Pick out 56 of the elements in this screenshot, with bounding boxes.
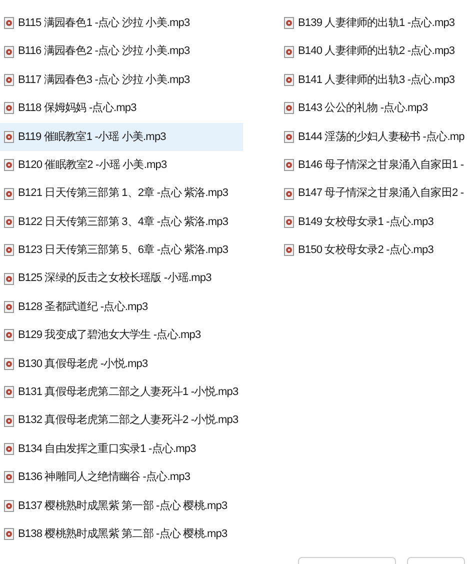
file-item[interactable]: B139 人妻律师的出轨1 -点心.mp3 — [280, 9, 467, 38]
file-item[interactable]: B130 真假母老虎 -小悦.mp3 — [0, 350, 243, 378]
file-item[interactable]: B116 满园春色2 -点心 沙拉 小美.mp3 — [0, 37, 243, 66]
file-item[interactable]: B149 女校母女录1 -点心.mp3 — [280, 208, 467, 236]
audio-file-icon — [4, 130, 14, 143]
file-item[interactable]: B136 神雕同人之绝情幽谷 -点心.mp3 — [0, 463, 243, 492]
file-item[interactable]: B140 人妻律师的出轨2 -点心.mp3 — [280, 37, 467, 66]
audio-file-icon — [4, 188, 14, 200]
file-item[interactable]: B150 女校母女录2 -点心.mp3 — [280, 236, 467, 265]
file-item[interactable]: B122 日天传第三部第 3、4章 -点心 紫洛.mp3 — [0, 208, 243, 236]
audio-file-icon — [284, 46, 294, 58]
file-item[interactable]: B134 自由发挥之重口实录1 -点心.mp3 — [0, 434, 243, 464]
audio-file-icon — [4, 17, 14, 30]
audio-file-icon — [284, 188, 294, 200]
audio-file-icon — [284, 17, 294, 30]
audio-file-icon — [4, 102, 14, 114]
file-item[interactable]: B125 深绿的反击之女校长瑶版 -小瑶.mp3 — [0, 264, 243, 293]
audio-file-icon — [284, 74, 294, 86]
file-item[interactable]: B146 母子情深之甘泉涌入自家田1 - — [280, 150, 467, 180]
file-item[interactable]: B147 母子情深之甘泉涌入自家田2 - — [280, 179, 467, 208]
file-item[interactable]: B118 保姆妈妈 -点心.mp3 — [0, 94, 243, 123]
audio-file-icon — [4, 159, 14, 172]
audio-file-icon — [4, 272, 14, 285]
audio-file-icon — [4, 528, 14, 540]
file-item[interactable]: B117 满园春色3 -点心 沙拉 小美.mp3 — [0, 66, 243, 94]
audio-file-icon — [4, 500, 14, 512]
file-item[interactable]: B143 公公的礼物 -点心.mp3 — [280, 94, 467, 123]
file-item[interactable]: B144 淫荡的少妇人妻秘书 -点心.mp — [280, 122, 467, 151]
audio-file-icon — [284, 130, 294, 143]
audio-file-icon — [4, 386, 14, 398]
file-item[interactable]: B121 日天传第三部第 1、2章 -点心 紫洛.mp3 — [0, 179, 243, 208]
audio-file-icon — [4, 74, 14, 86]
file-item[interactable]: B131 真假母老虎第二部之人妻死斗1 -小悦.mp3 — [0, 378, 243, 406]
file-item[interactable]: B132 真假母老虎第二部之人妻死斗2 -小悦.mp3 — [0, 406, 243, 435]
audio-file-icon — [4, 358, 14, 370]
audio-file-icon — [4, 216, 14, 228]
audio-file-icon — [284, 159, 294, 172]
file-item[interactable]: B120 催眠教室2 -小瑶 小美.mp3 — [0, 150, 243, 180]
file-item[interactable]: B137 樱桃熟时成黑紫 第一部 -点心 樱桃.mp3 — [0, 492, 243, 520]
audio-file-icon — [4, 471, 14, 484]
audio-file-icon — [284, 216, 294, 228]
audio-file-icon — [284, 102, 294, 114]
file-item[interactable]: B115 满园春色1 -点心 沙拉 小美.mp3 — [0, 9, 243, 38]
file-item[interactable]: B123 日天传第三部第 5、6章 -点心 紫洛.mp3 — [0, 236, 243, 265]
file-item[interactable]: B129 我变成了碧池女大学生 -点心.mp3 — [0, 321, 243, 350]
audio-file-icon — [284, 244, 294, 256]
audio-file-icon — [4, 443, 14, 456]
audio-file-icon — [4, 244, 14, 256]
audio-file-icon — [4, 414, 14, 427]
file-item[interactable]: B141 人妻律师的出轨3 -点心.mp3 — [280, 66, 467, 94]
audio-file-icon — [4, 46, 14, 58]
file-item[interactable]: B138 樱桃熟时成黑紫 第二部 -点心 樱桃.mp3 — [0, 520, 243, 548]
audio-file-icon — [4, 329, 14, 342]
file-item[interactable]: B128 圣都武道纪 -点心.mp3 — [0, 292, 243, 322]
audio-file-icon — [4, 301, 14, 314]
file-item[interactable]: B119 催眠教室1 -小瑶 小美.mp3 — [0, 122, 243, 151]
